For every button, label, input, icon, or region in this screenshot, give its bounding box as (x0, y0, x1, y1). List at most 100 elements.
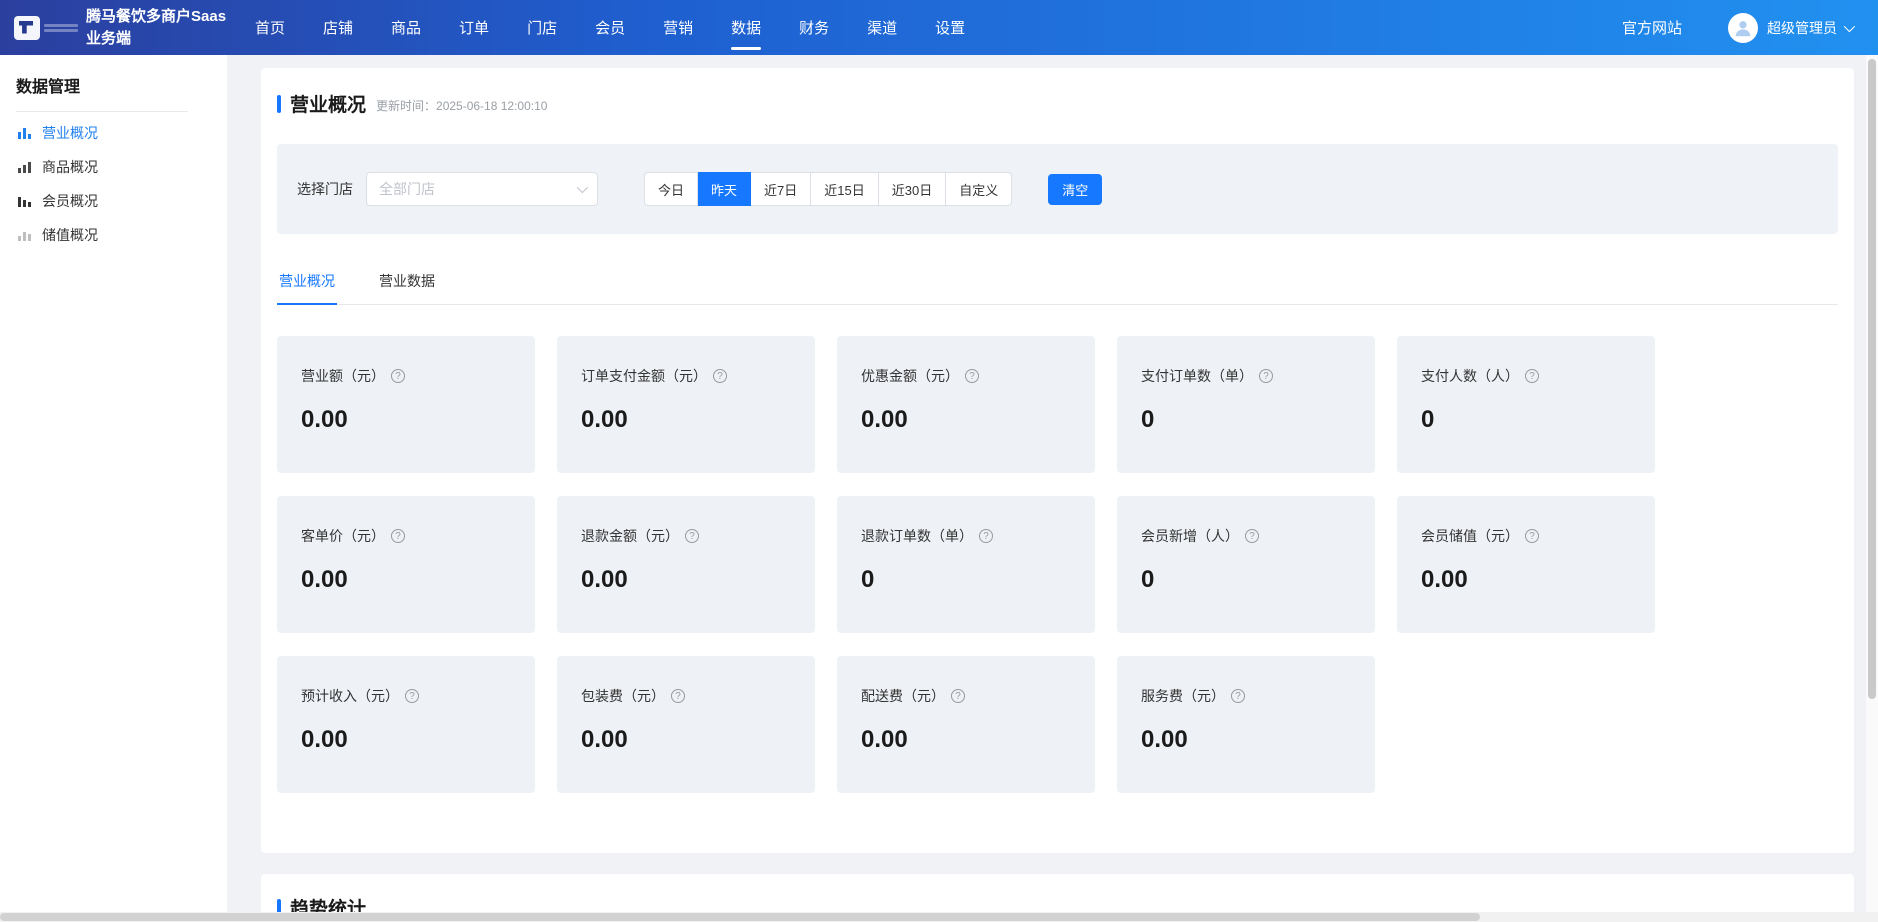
user-icon (1732, 17, 1754, 39)
header-right: 官方网站 超级管理员 (1622, 13, 1878, 43)
help-icon[interactable]: ? (1525, 369, 1539, 383)
nav-item-goods[interactable]: 商品 (372, 0, 440, 55)
stat-value: 0 (1141, 406, 1351, 434)
overview-tabs: 营业概况 营业数据 (277, 261, 1838, 305)
official-site-link[interactable]: 官方网站 (1622, 17, 1682, 38)
stat-card-expected-income: 预计收入（元）? 0.00 (277, 656, 535, 793)
store-select-placeholder: 全部门店 (379, 179, 577, 199)
range-7days-button[interactable]: 近7日 (751, 172, 811, 206)
stat-label: 支付人数（人） (1421, 366, 1519, 386)
help-icon[interactable]: ? (1231, 689, 1245, 703)
nav-item-data[interactable]: 数据 (712, 0, 780, 55)
chevron-down-icon (577, 182, 588, 193)
stat-card-refund-amount: 退款金额（元）? 0.00 (557, 496, 815, 633)
stat-label: 优惠金额（元） (861, 366, 959, 386)
help-icon[interactable]: ? (391, 529, 405, 543)
stat-value: 0 (1421, 406, 1631, 434)
user-name-label: 超级管理员 (1767, 18, 1837, 38)
top-header: 腾马餐饮多商户Saas业务端 首页 店铺 商品 订单 门店 会员 营销 数据 财… (0, 0, 1878, 55)
stat-label: 服务费（元） (1141, 686, 1225, 706)
chevron-down-icon (1844, 20, 1855, 31)
range-30days-button[interactable]: 近30日 (879, 172, 946, 206)
business-overview-panel: 营业概况 更新时间：2025-06-18 12:00:10 选择门店 全部门店 … (261, 68, 1854, 853)
date-range-group: 今日 昨天 近7日 近15日 近30日 自定义 (644, 172, 1012, 206)
nav-item-settings[interactable]: 设置 (916, 0, 984, 55)
nav-item-channels[interactable]: 渠道 (848, 0, 916, 55)
help-icon[interactable]: ? (951, 689, 965, 703)
range-yesterday-button[interactable]: 昨天 (698, 172, 751, 206)
stat-card-new-members: 会员新增（人）? 0 (1117, 496, 1375, 633)
bar-chart-icon (17, 193, 33, 209)
stat-card-order-paid-amount: 订单支付金额（元）? 0.00 (557, 336, 815, 473)
avatar[interactable] (1728, 13, 1758, 43)
sidebar-divider (16, 111, 188, 112)
sidebar-item-goods-overview[interactable]: 商品概况 (0, 150, 227, 184)
help-icon[interactable]: ? (979, 529, 993, 543)
tab-business-data[interactable]: 营业数据 (377, 261, 437, 304)
help-icon[interactable]: ? (1259, 369, 1273, 383)
help-icon[interactable]: ? (965, 369, 979, 383)
page-title: 营业概况 (290, 90, 366, 117)
sidebar-item-stored-value-overview[interactable]: 储值概况 (0, 218, 227, 252)
stat-value: 0.00 (301, 406, 511, 434)
help-icon[interactable]: ? (671, 689, 685, 703)
stat-card-delivery-fee: 配送费（元）? 0.00 (837, 656, 1095, 793)
app-title: 腾马餐饮多商户Saas业务端 (86, 6, 230, 50)
stat-label: 会员新增（人） (1141, 526, 1239, 546)
horizontal-scrollbar[interactable] (0, 912, 1878, 922)
stat-label: 营业额（元） (301, 366, 385, 386)
tab-business-overview[interactable]: 营业概况 (277, 261, 337, 304)
bar-chart-icon (17, 227, 33, 243)
stat-card-revenue: 营业额（元）? 0.00 (277, 336, 535, 473)
update-time: 更新时间：2025-06-18 12:00:10 (376, 93, 547, 114)
sidebar-item-label: 商品概况 (42, 157, 98, 177)
stat-card-avg-order-value: 客单价（元）? 0.00 (277, 496, 535, 633)
vertical-scrollbar-thumb[interactable] (1868, 59, 1876, 699)
logo-subtext (44, 22, 78, 34)
help-icon[interactable]: ? (405, 689, 419, 703)
nav-item-stores[interactable]: 门店 (508, 0, 576, 55)
nav-item-home[interactable]: 首页 (236, 0, 304, 55)
stat-card-service-fee: 服务费（元）? 0.00 (1117, 656, 1375, 793)
stat-value: 0 (861, 566, 1071, 594)
range-15days-button[interactable]: 近15日 (811, 172, 878, 206)
range-custom-button[interactable]: 自定义 (946, 172, 1012, 206)
stat-label: 客单价（元） (301, 526, 385, 546)
sidebar: 数据管理 营业概况 商品概况 会员概况 储值概况 (0, 55, 227, 922)
range-today-button[interactable]: 今日 (644, 172, 698, 206)
nav-item-marketing[interactable]: 营销 (644, 0, 712, 55)
store-select[interactable]: 全部门店 (366, 172, 598, 206)
help-icon[interactable]: ? (1525, 529, 1539, 543)
help-icon[interactable]: ? (1245, 529, 1259, 543)
stat-label: 配送费（元） (861, 686, 945, 706)
stat-label: 退款订单数（单） (861, 526, 973, 546)
sidebar-item-label: 会员概况 (42, 191, 98, 211)
title-accent-bar (277, 95, 281, 113)
help-icon[interactable]: ? (685, 529, 699, 543)
nav-item-shop[interactable]: 店铺 (304, 0, 372, 55)
horizontal-scrollbar-thumb[interactable] (0, 913, 1480, 921)
stat-card-paying-users: 支付人数（人）? 0 (1397, 336, 1655, 473)
nav-item-members[interactable]: 会员 (576, 0, 644, 55)
help-icon[interactable]: ? (391, 369, 405, 383)
sidebar-item-business-overview[interactable]: 营业概况 (0, 116, 227, 150)
stat-card-paid-orders: 支付订单数（单）? 0 (1117, 336, 1375, 473)
stat-label: 支付订单数（单） (1141, 366, 1253, 386)
clear-button[interactable]: 清空 (1048, 174, 1102, 205)
stat-card-discount-amount: 优惠金额（元）? 0.00 (837, 336, 1095, 473)
user-menu[interactable]: 超级管理员 (1767, 18, 1852, 38)
sidebar-item-member-overview[interactable]: 会员概况 (0, 184, 227, 218)
stat-card-packaging-fee: 包装费（元）? 0.00 (557, 656, 815, 793)
store-select-label: 选择门店 (297, 179, 353, 199)
stat-card-grid: 营业额（元）? 0.00 订单支付金额（元）? 0.00 优惠金额（元）? 0.… (277, 336, 1838, 793)
bar-chart-icon (17, 125, 33, 141)
nav-item-finance[interactable]: 财务 (780, 0, 848, 55)
filter-bar: 选择门店 全部门店 今日 昨天 近7日 近15日 近30日 自定义 清空 (277, 144, 1838, 234)
nav-item-orders[interactable]: 订单 (440, 0, 508, 55)
stat-label: 会员储值（元） (1421, 526, 1519, 546)
stat-value: 0.00 (581, 566, 791, 594)
stat-value: 0.00 (861, 726, 1071, 754)
stat-value: 0.00 (1141, 726, 1351, 754)
help-icon[interactable]: ? (713, 369, 727, 383)
vertical-scrollbar[interactable] (1866, 55, 1878, 912)
